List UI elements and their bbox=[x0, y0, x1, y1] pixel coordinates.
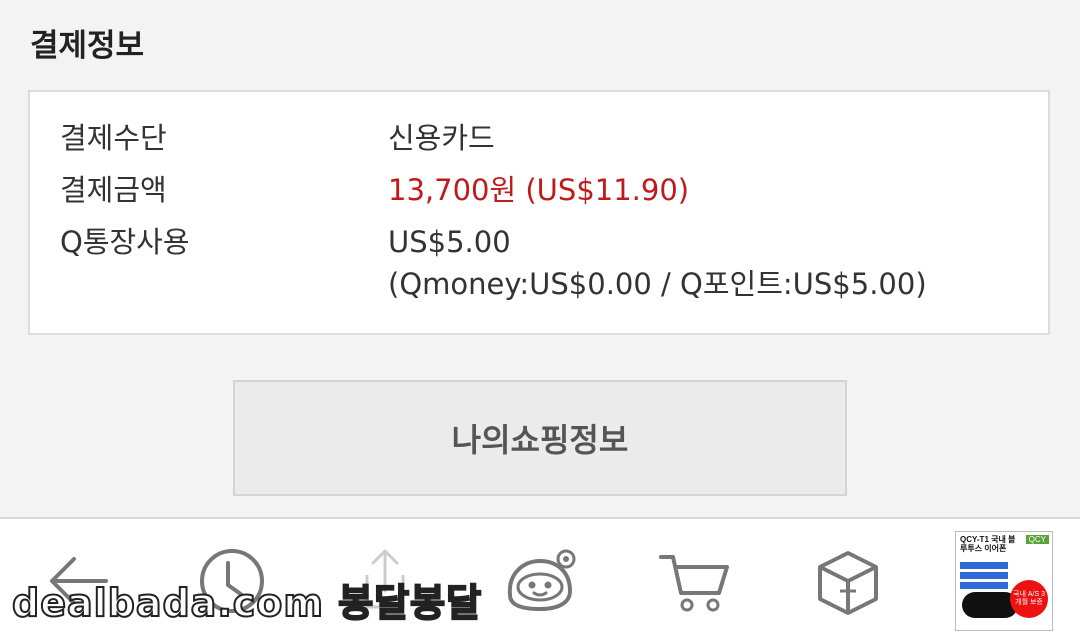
section-title: 결제정보 bbox=[30, 28, 145, 64]
thumbnail-title: QCY-T1 국내 블루투스 이어폰 bbox=[960, 535, 1016, 554]
payment-info-box: 결제수단 신용카드 결제금액 13,700원 (US$11.90) Q통장사용 … bbox=[28, 90, 1050, 335]
cart-icon[interactable] bbox=[655, 541, 735, 621]
thumbnail-brand-badge: QCY bbox=[1025, 535, 1049, 544]
recent-product-thumbnail[interactable]: QCY-T1 국내 블루투스 이어폰 QCY 국내 A/S 3개월 보증 bbox=[955, 531, 1053, 631]
q-account-detail: (Qmoney:US$0.00 / Q포인트:US$5.00) bbox=[388, 267, 927, 301]
thumbnail-warranty-badge: 국내 A/S 3개월 보증 bbox=[1010, 580, 1048, 618]
box-icon[interactable] bbox=[808, 541, 888, 621]
mascot-icon[interactable] bbox=[500, 541, 580, 621]
q-account-label: Q통장사용 bbox=[60, 225, 190, 259]
thumbnail-feature-bar bbox=[960, 572, 1008, 579]
payment-amount-value: 13,700원 (US$11.90) bbox=[388, 173, 690, 207]
payment-method-label: 결제수단 bbox=[60, 121, 167, 155]
watermark-text: dealbada.com 봉달봉달 bbox=[11, 581, 483, 625]
payment-amount-label: 결제금액 bbox=[60, 173, 167, 207]
my-shopping-info-button[interactable]: 나의쇼핑정보 bbox=[233, 380, 847, 496]
thumbnail-feature-bar bbox=[960, 582, 1008, 589]
q-account-value: US$5.00 bbox=[388, 225, 511, 259]
payment-method-value: 신용카드 bbox=[388, 121, 495, 155]
thumbnail-feature-bar bbox=[960, 562, 1008, 569]
